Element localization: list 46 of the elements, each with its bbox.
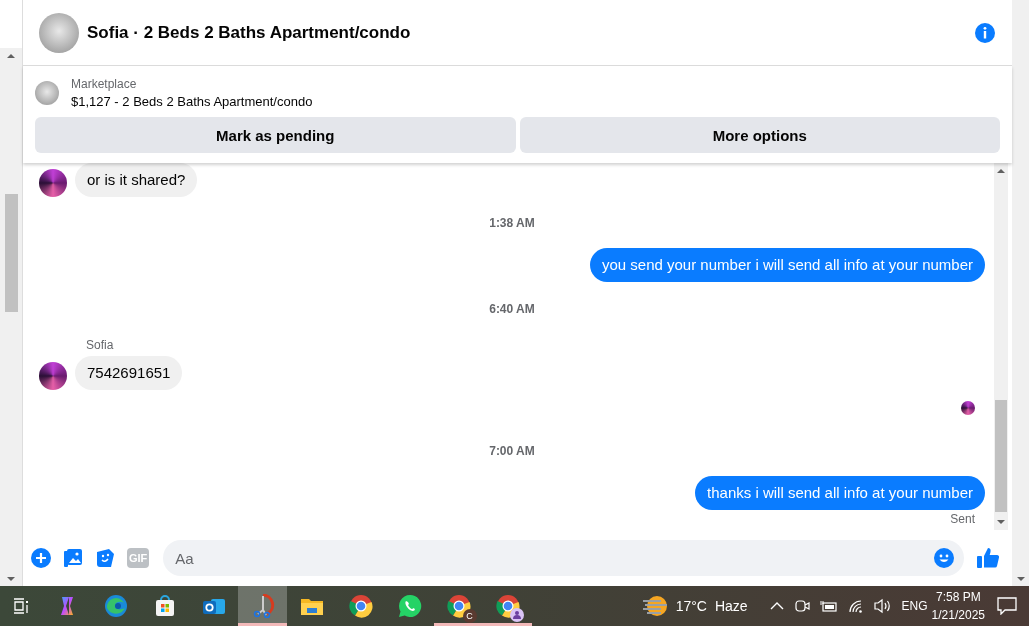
timestamp: 7:00 AM [489,444,535,458]
listing-title[interactable]: $1,127 - 2 Beds 2 Baths Apartment/condo [71,93,313,111]
whatsapp-icon [397,594,422,618]
listing-source: Marketplace [71,76,138,93]
emoji-icon[interactable] [934,548,954,568]
message-input[interactable]: Aa [163,540,964,576]
timestamp: 6:40 AM [489,302,535,316]
wifi-icon[interactable] [847,599,864,613]
camera-icon[interactable] [793,598,810,614]
speaker-icon[interactable] [873,598,892,614]
chevron-up-icon[interactable] [769,601,784,611]
sticker-icon[interactable] [95,548,115,568]
sent-status: Sent [950,512,975,526]
weather-condition: Haze [714,598,748,614]
plus-icon[interactable] [31,548,51,568]
chrome-icon [348,594,373,618]
image-icon[interactable] [63,548,83,568]
info-icon[interactable] [974,21,996,44]
chrome-icon [446,594,471,618]
page-scrollbar[interactable] [0,48,22,586]
conversation-title: Sofia · 2 Beds 2 Baths Apartment/condo [87,22,412,43]
battery-icon[interactable] [819,599,838,613]
notification-icon[interactable] [997,597,1017,615]
message-bubble: or is it shared? [75,163,198,197]
message-bubble: thanks i will send all info at your number [695,476,985,510]
taskbar-app-button[interactable]: C [434,586,483,626]
message-bubble: 7542691651 [75,356,183,390]
message-bubble: you send your number i will send all info at your number [589,248,985,282]
language-indicator[interactable]: ENG [901,599,928,613]
clock[interactable]: 7:58 PM 1/21/2025 [931,588,985,624]
photo-placeholder [39,12,79,53]
task-view-icon[interactable] [13,598,29,614]
sender-name: Sofia [86,338,115,352]
chrome-profile-icon [495,594,524,622]
listing-action-button[interactable]: Mark as pending [35,117,516,153]
photo-placeholder [35,81,59,105]
timestamp: 1:38 AM [489,216,535,230]
thumbs-up-icon[interactable] [976,546,1000,570]
temperature: 17°C [675,598,707,614]
profile-badge: C [462,609,477,623]
avatar [39,169,67,197]
avatar [39,362,67,390]
listing-action-button[interactable]: More options [519,117,1000,153]
weather-haze-icon[interactable] [641,595,668,617]
seen-avatar [961,401,975,415]
messages-scrollbar[interactable] [994,163,1008,530]
